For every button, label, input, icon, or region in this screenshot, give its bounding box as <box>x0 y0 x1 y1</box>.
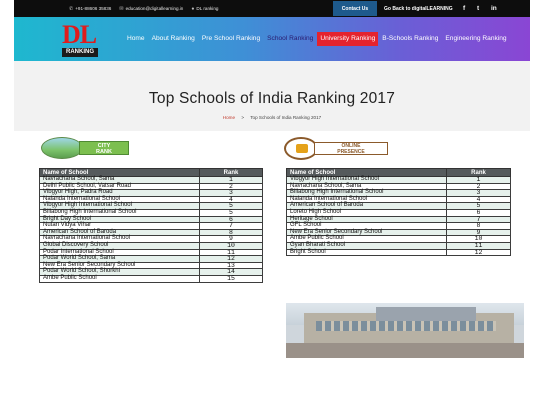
linkedin-icon[interactable]: in <box>491 0 497 17</box>
online-presence-badge: ONLINE PRESENCE <box>284 136 404 162</box>
go-back-link[interactable]: Go Back to digitalLEARNING <box>384 0 453 17</box>
nav-about-ranking[interactable]: About Ranking <box>149 32 198 46</box>
photo-building-top <box>376 307 476 321</box>
laptop-icon <box>284 137 318 160</box>
dl-ranking-link[interactable]: ● DL ranking <box>191 6 218 12</box>
city-rank-label: CITY RANK <box>79 141 129 155</box>
city-skyline-icon <box>41 137 83 159</box>
breadcrumb: Home > Top Schools of India Ranking 2017 <box>14 115 530 120</box>
nav-university-ranking[interactable]: University Ranking <box>317 32 379 46</box>
online-presence-table: Name of School Rank Vibgyor High Interna… <box>286 168 511 257</box>
user-icon: ● <box>191 5 195 12</box>
school-name-cell: Ambe Public School <box>39 274 200 283</box>
nav-menu: Home About Ranking Pre School Ranking Sc… <box>124 17 511 61</box>
twitter-icon[interactable]: t <box>477 0 479 17</box>
phone-contact[interactable]: ✆ +91-88606 35836 <box>69 6 111 12</box>
photo-windows <box>316 321 496 331</box>
contact-us-button[interactable]: Contact Us <box>333 1 377 16</box>
nav-school-ranking[interactable]: School Ranking <box>264 32 316 46</box>
online-presence-label: ONLINE PRESENCE <box>314 142 388 155</box>
mail-icon: ✉ <box>119 5 124 12</box>
top-contact-bar: ✆ +91-88606 35836 ✉ education@digitallea… <box>14 0 530 17</box>
page-title-section: Top Schools of India Ranking 2017 Home >… <box>14 61 530 131</box>
nav-engineering-ranking[interactable]: Engineering Ranking <box>442 32 509 46</box>
facebook-icon[interactable]: f <box>463 0 465 17</box>
breadcrumb-separator: > <box>241 115 245 120</box>
table-row: Bright School 12 <box>286 248 511 257</box>
city-rank-panel: CITY RANK Name of School Rank Navrachana… <box>25 136 270 359</box>
breadcrumb-home[interactable]: Home <box>223 115 235 120</box>
ranking-link-text: DL ranking <box>196 6 219 11</box>
nav-home[interactable]: Home <box>124 32 148 46</box>
table-row: Ambe Public School 15 <box>39 274 263 283</box>
breadcrumb-current: Top Schools of India Ranking 2017 <box>250 115 322 120</box>
city-rank-badge: CITY RANK <box>41 136 129 162</box>
nav-b-schools-ranking[interactable]: B-Schools Ranking <box>379 32 441 46</box>
phone-icon: ✆ <box>69 5 74 12</box>
main-navbar: DL RANKING Home About Ranking Pre School… <box>14 17 530 61</box>
online-badge-line2: PRESENCE <box>337 148 365 155</box>
school-name-cell: Bright School <box>286 248 447 257</box>
logo-mark: DL <box>62 20 97 49</box>
logo-subtext: RANKING <box>62 48 98 57</box>
rank-cell: 15 <box>199 274 263 283</box>
city-rank-table: Name of School Rank Navrachana School, S… <box>39 168 263 283</box>
page-title: Top Schools of India Ranking 2017 <box>148 90 396 107</box>
city-badge-line2: RANK <box>96 149 112 155</box>
email-contact[interactable]: ✉ education@digitallearning.in <box>119 6 183 12</box>
rank-cell: 12 <box>446 248 511 257</box>
photo-ground <box>286 343 524 358</box>
nav-pre-school-ranking[interactable]: Pre School Ranking <box>199 32 263 46</box>
email-text: education@digitallearning.in <box>125 6 184 11</box>
school-building-photo <box>286 303 524 358</box>
site-logo[interactable]: DL RANKING <box>62 21 99 58</box>
phone-text: +91-88606 35836 <box>75 6 112 11</box>
